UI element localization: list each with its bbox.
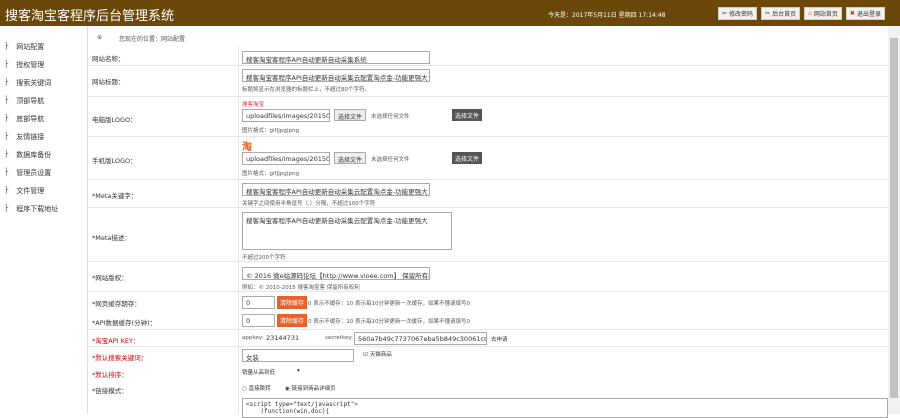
site-title-input[interactable]: 搜客淘宝客程序API自动更新自动采集云配置淘点金-功能更强大 [242,69,430,82]
label: 手机版LOGO： [92,157,137,165]
breadcrumb: ⊕ 您现在的位置：网站配置 [97,34,186,43]
logout-icon: ✖ [849,10,855,17]
label: *默认搜索关键词： [92,354,148,362]
sidebar-item-bottom-nav[interactable]: ├ 底部导航 [4,114,44,124]
label: *网站版权： [92,274,128,282]
hint: 0 表示不缓存：10 表示每10分钟更新一次缓存，如果不懂请填写0 [308,319,470,325]
row-api-key: *淘宝API KEY： appkey: 23144731 secretkey: … [88,330,888,347]
no-file-text: 未选择任何文件 [371,114,410,120]
default-keyword-input[interactable]: 女装 [242,349,354,362]
meta-description-textarea[interactable]: 搜客淘宝客程序API自动更新自动采集云配置淘点金-功能更强大 [242,212,452,250]
no-file-text: 未选择任何文件 [371,157,410,163]
site-home-button[interactable]: ⌂ 网站首页 [804,7,842,20]
tools-icon: ✂ [765,10,771,17]
current-date: 今天是：2017年5月11日 星期四 17:14:48 [548,12,666,19]
tools-icon: ✂ [722,10,728,17]
sidebar-item-site-config[interactable]: ├ 网站配置 [4,42,44,52]
choose-file-button[interactable]: 选择文件 [334,109,367,121]
copyright-input[interactable]: © 2016 微e站源码论坛【http://www.vioee.com】 保留所… [242,267,430,280]
secretkey-label: secretkey: [325,335,354,341]
sort-select[interactable]: 销量从高到低 ▾ [242,368,302,376]
app-title: 搜客淘宝客程序后台管理系统 [5,9,175,24]
hint: 0 表示不缓存：10 表示每10分钟更新一次缓存，如果不懂请填写0 [308,301,470,307]
row-mobile-logo: 手机版LOGO： 淘 uploadfiles/images/20150426/3… [88,137,888,180]
sidebar-item-files[interactable]: ├ 文件管理 [4,186,44,196]
row-default-sort: *默认排序： 销量从高到低 ▾ [88,364,888,380]
sidebar-item-keywords[interactable]: ├ 搜索关键词 [4,78,51,88]
label: *API数据缓存(分钟)： [92,319,157,327]
label: *网页缓存期存： [92,300,141,308]
select-file-button[interactable]: 选择文件 [452,152,483,164]
main-content: ⊕ 您现在的位置：网站配置 网站名称： 搜客淘宝客程序API自动更新自动采集系统 … [88,26,888,418]
pc-logo-image: 搜客淘宝 [242,102,265,108]
select-file-button[interactable]: 选择文件 [452,109,483,121]
clear-page-cache-button[interactable]: 清除缓存 [277,296,308,309]
meta-keywords-input[interactable]: 搜客淘宝客程序API自动更新自动采集云配置淘点金-功能更强大 [242,183,430,196]
sidebar-item-admins[interactable]: ├ 管理员设置 [4,168,51,178]
sidebar-item-backup[interactable]: ├ 数据库备份 [4,150,51,160]
scrollbar[interactable] [888,26,900,414]
pc-logo-path-input[interactable]: uploadfiles/images/20150426/c [242,109,330,122]
row-site-title: 网站标题： 搜客淘宝客程序API自动更新自动采集云配置淘点金-功能更强大 标题将… [88,66,888,97]
label: 网站名称： [92,55,125,63]
page-cache-input[interactable]: 0 [242,296,275,309]
label: 网站标题： [92,78,125,86]
row-link-mode: *链接模式： ○ 直接跳转 ◉ 链接到商品详细页 [88,380,888,396]
sidebar-item-download[interactable]: ├ 程序下载地址 [4,204,58,214]
location-icon: ⊕ [97,34,103,41]
hint: 不超过200个字符 [242,255,286,261]
label: 电脑版LOGO： [92,116,137,124]
appkey-label: appkey: [242,335,264,341]
home-icon: ⌂ [808,10,812,17]
label: *Meta描述： [92,234,131,242]
appkey-value[interactable]: 23144731 [266,334,299,342]
hint: 图片格式：gif|jpg|png [242,171,300,177]
scrollbar-thumb[interactable] [890,38,898,398]
label: *默认排序： [92,371,128,379]
radio-direct[interactable]: ○ 直接跳转 [242,384,271,392]
mobile-logo-path-input[interactable]: uploadfiles/images/20150426/3 [242,152,330,165]
tmall-checkbox[interactable]: ☑ 天猫商品 [363,350,392,358]
row-meta-keywords: *Meta关键字： 搜客淘宝客程序API自动更新自动采集云配置淘点金-功能更强大… [88,180,888,208]
row-meta-description: *Meta描述： 搜客淘宝客程序API自动更新自动采集云配置淘点金-功能更强大 … [88,208,888,262]
api-cache-input[interactable]: 0 [242,314,275,327]
script-textarea[interactable]: <script type="text/javascript"> (functio… [242,398,888,418]
change-password-button[interactable]: ✂ 修改密码 [718,7,758,20]
sidebar-item-top-nav[interactable]: ├ 顶部导航 [4,96,44,106]
sidebar: ├ 网站配置 ├ 授权管理 ├ 搜索关键词 ├ 顶部导航 ├ 底部导航 ├ 友情链接 ├ 数据… [0,26,88,414]
secretkey-input[interactable]: 560a7b49c7737067eba5b849c30061cd [354,332,487,345]
hint: 标题将显示在浏览器的标题栏上，不超过80个字符。 [242,87,371,93]
apply-link[interactable]: 去申请 [491,335,508,343]
row-copyright: *网站版权： © 2016 微e站源码论坛【http://www.vioee.c… [88,262,888,292]
header: 搜客淘宝客程序后台管理系统 今天是：2017年5月11日 星期四 17:14:4… [0,0,900,26]
mobile-logo-image: 淘 [242,142,252,153]
choose-file-button[interactable]: 选择文件 [334,152,367,164]
hint: 图片格式：gif|jpg|png [242,128,300,134]
logout-button[interactable]: ✖ 退出登录 [845,7,885,20]
hint: 例如：© 2010-2015 搜客淘宝客 保留所有权利 [242,285,360,291]
label: *淘宝API KEY： [92,337,140,345]
row-default-keyword: *默认搜索关键词： 女装 ☑ 天猫商品 [88,347,888,364]
sidebar-item-links[interactable]: ├ 友情链接 [4,132,44,142]
chevron-down-icon: ▾ [297,368,300,374]
hint: 关键字之间使用半角逗号（,）分隔，不超过100个字符 [242,201,376,207]
site-name-input[interactable]: 搜客淘宝客程序API自动更新自动采集系统 [242,51,430,64]
label: *Meta关键字： [92,192,138,200]
radio-detail[interactable]: ◉ 链接到商品详细页 [285,384,336,392]
label: *链接模式： [92,387,128,395]
row-page-cache: *网页缓存期存： 0 清除缓存 0 表示不缓存：10 表示每10分钟更新一次缓存… [88,292,888,311]
admin-home-button[interactable]: ✂ 后台首页 [761,7,801,20]
clear-api-cache-button[interactable]: 清除缓存 [277,314,308,327]
row-api-cache: *API数据缓存(分钟)： 0 清除缓存 0 表示不缓存：10 表示每10分钟更… [88,311,888,330]
row-pc-logo: 电脑版LOGO： 搜客淘宝 uploadfiles/images/2015042… [88,97,888,137]
row-site-name: 网站名称： 搜客淘宝客程序API自动更新自动采集系统 [88,48,888,66]
sidebar-item-license[interactable]: ├ 授权管理 [4,60,44,70]
